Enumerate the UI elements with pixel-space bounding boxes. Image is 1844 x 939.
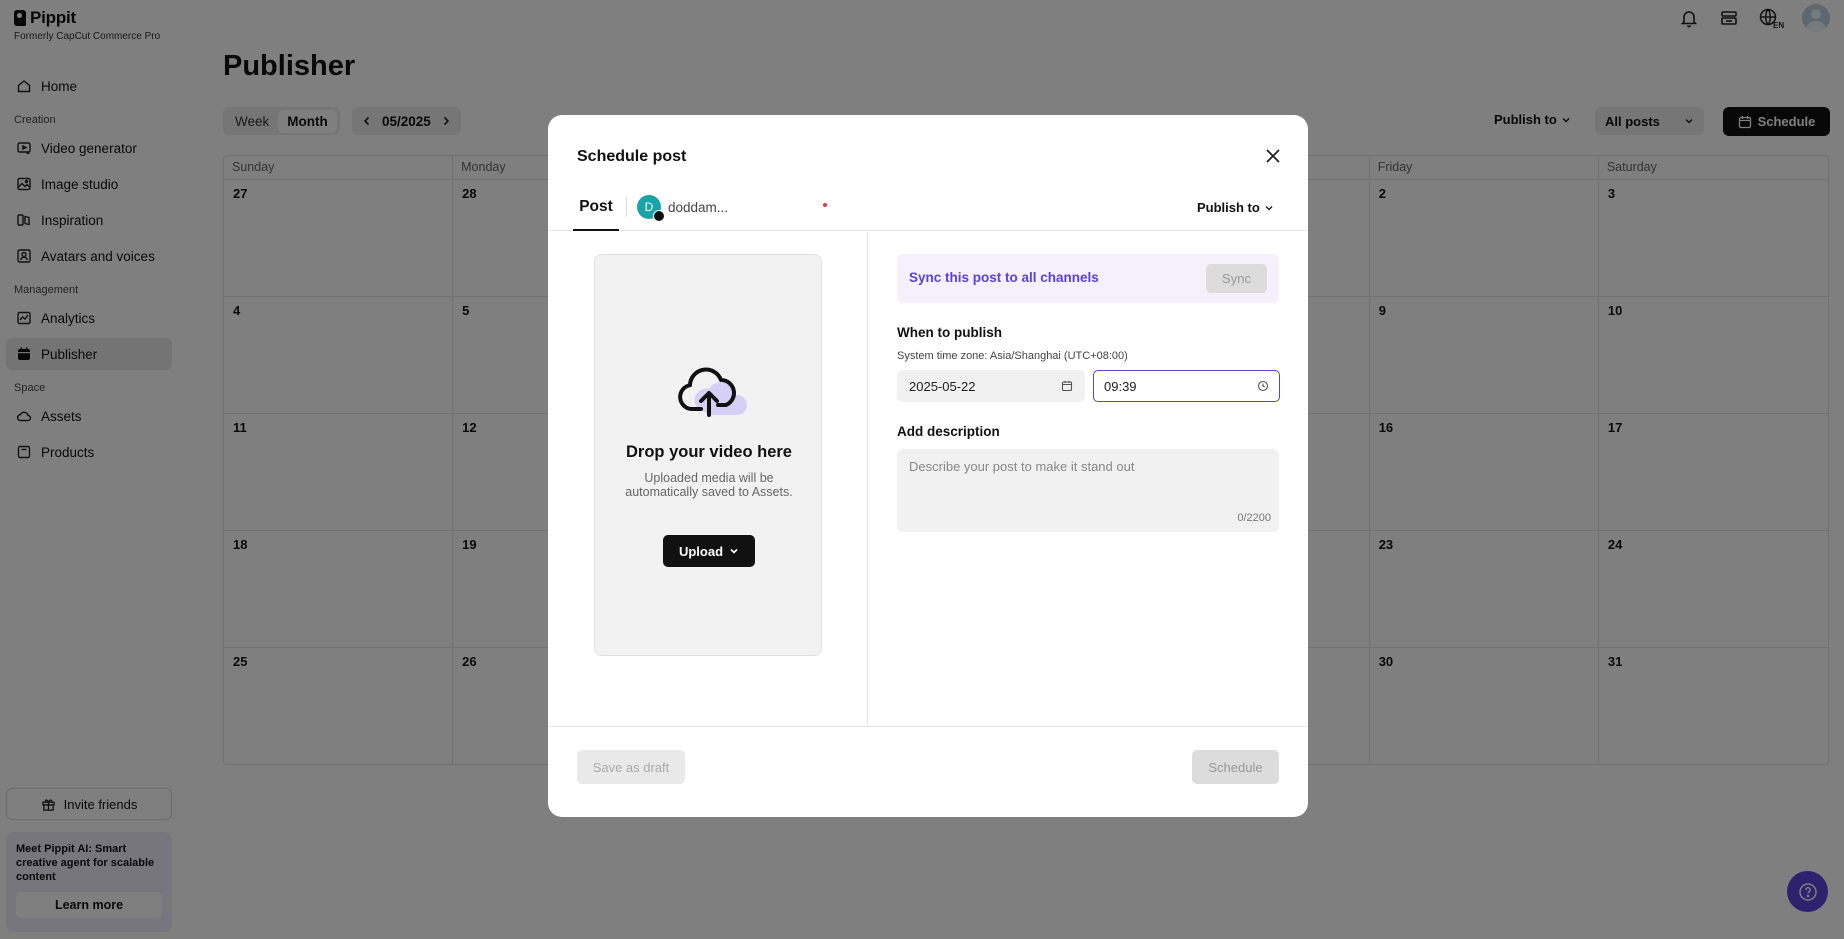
drop-subtitle: Uploaded media will be automatically sav…	[625, 471, 793, 499]
unread-dot	[823, 203, 827, 207]
calendar-icon	[1061, 381, 1073, 392]
date-value: 2025-05-22	[909, 378, 976, 394]
tiktok-icon	[653, 210, 665, 222]
publish-to-label: Publish to	[1197, 200, 1260, 215]
description-char-count: 0/2200	[1237, 512, 1271, 524]
date-picker[interactable]: 2025-05-22	[897, 370, 1085, 402]
close-icon[interactable]	[1263, 146, 1283, 166]
account-avatar: D	[637, 195, 665, 222]
chevron-down-icon	[730, 548, 738, 554]
drop-title: Drop your video here	[626, 443, 792, 461]
time-value: 09:39	[1104, 378, 1137, 394]
tab-account[interactable]: D doddam...	[637, 195, 827, 222]
description-label: Add description	[897, 424, 1000, 439]
dialog-footer: Save as draft Schedule	[548, 726, 1308, 817]
upload-button-label: Upload	[678, 543, 724, 559]
clock-icon	[1257, 380, 1269, 392]
upload-button[interactable]: Upload	[663, 535, 755, 567]
save-as-draft-button[interactable]: Save as draft	[577, 750, 685, 784]
timezone-label: System time zone: Asia/Shanghai (UTC+08:…	[897, 350, 1128, 362]
when-to-publish-label: When to publish	[897, 325, 1002, 340]
tab-divider	[626, 197, 627, 217]
description-textarea[interactable]: Describe your post to make it stand out …	[897, 449, 1279, 532]
account-initial: D	[644, 200, 654, 214]
dialog-schedule-button[interactable]: Schedule	[1192, 750, 1279, 784]
sync-banner: Sync this post to all channels Sync	[897, 254, 1279, 303]
chevron-down-icon	[1265, 205, 1273, 211]
upload-cloud-icon	[678, 367, 747, 417]
dialog-tabs: Post D doddam... Publish to	[548, 185, 1308, 231]
description-placeholder: Describe your post to make it stand out	[909, 459, 1135, 474]
account-name: doddam...	[668, 199, 729, 215]
video-dropzone[interactable]: Drop your video here Uploaded media will…	[594, 254, 822, 656]
dialog-publish-to-dropdown[interactable]: Publish to	[1197, 200, 1274, 215]
tab-post[interactable]: Post	[573, 185, 619, 231]
sync-button[interactable]: Sync	[1206, 264, 1267, 293]
dialog-title: Schedule post	[577, 148, 687, 165]
schedule-post-dialog: Schedule post Post D doddam... Publish t…	[548, 115, 1308, 817]
sync-text: Sync this post to all channels	[909, 270, 1099, 285]
time-picker[interactable]: 09:39	[1093, 370, 1280, 402]
